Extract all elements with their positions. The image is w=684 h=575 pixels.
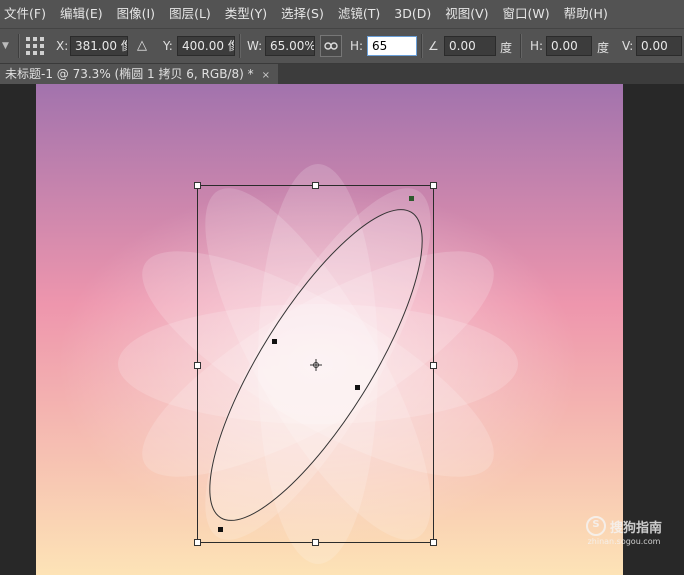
link-icon[interactable]	[320, 35, 342, 57]
handle-top-center	[312, 182, 319, 189]
height-field[interactable]: 65	[367, 36, 417, 56]
anchor-point	[272, 339, 277, 344]
watermark-text: 搜狗指南	[609, 520, 662, 536]
menu-window[interactable]: 窗口(W)	[496, 0, 557, 28]
divider	[520, 34, 522, 58]
anchor-point	[409, 196, 414, 201]
height-label: H:	[350, 39, 364, 53]
divider	[239, 34, 241, 58]
y-position-field[interactable]: 400.00 像素	[177, 36, 235, 56]
rotation-field[interactable]: 0.00	[444, 36, 496, 56]
x-position-field[interactable]: 381.00 像素	[70, 36, 128, 56]
document-canvas[interactable]	[36, 84, 623, 575]
watermark-logo-icon: S	[585, 516, 606, 536]
divider	[421, 34, 423, 58]
menu-view[interactable]: 视图(V)	[438, 0, 495, 28]
handle-bottom-right	[430, 539, 437, 546]
anchor-point	[355, 385, 360, 390]
rotation-unit: 度	[500, 41, 513, 55]
vertical-skew-field[interactable]: 0.00	[636, 36, 682, 56]
handle-middle-left	[194, 362, 201, 369]
watermark-url: zhinan.sogou.com	[587, 537, 661, 546]
menu-3d[interactable]: 3D(D)	[387, 0, 438, 28]
vertical-skew-label: V:	[622, 39, 634, 53]
handle-top-left	[194, 182, 201, 189]
menu-layer[interactable]: 图层(L)	[162, 0, 218, 28]
divider	[18, 34, 20, 58]
menu-help[interactable]: 帮助(H)	[557, 0, 615, 28]
relative-position-icon[interactable]: △	[137, 38, 147, 53]
menu-select[interactable]: 选择(S)	[274, 0, 331, 28]
menu-edit[interactable]: 编辑(E)	[53, 0, 110, 28]
handle-top-right	[430, 182, 437, 189]
document-tab[interactable]: 未标题-1 @ 73.3% (椭圆 1 拷贝 6, RGB/8) * ×	[0, 64, 278, 84]
handle-bottom-left	[194, 539, 201, 546]
horizontal-skew-unit: 度	[597, 41, 610, 55]
horizontal-skew-field[interactable]: 0.00	[546, 36, 592, 56]
x-label: X:	[56, 39, 69, 53]
reference-point-grid-icon[interactable]	[26, 37, 44, 55]
horizontal-skew-label: H:	[530, 39, 544, 53]
width-field[interactable]: 65.00%	[265, 36, 315, 56]
menu-type[interactable]: 类型(Y)	[218, 0, 274, 28]
y-label: Y:	[163, 39, 173, 53]
menu-filter[interactable]: 滤镜(T)	[331, 0, 387, 28]
options-bar: ▼ X: 381.00 像素 △ Y: 400.00 像素 W: 65.00% …	[0, 28, 684, 64]
menu-bar: 文件(F) 编辑(E) 图像(I) 图层(L) 类型(Y) 选择(S) 滤镜(T…	[0, 0, 684, 28]
menu-image[interactable]: 图像(I)	[110, 0, 162, 28]
anchor-point	[218, 527, 223, 532]
width-label: W:	[247, 39, 263, 53]
tool-preset-dropdown-icon[interactable]: ▼	[2, 41, 9, 51]
canvas-artwork	[36, 84, 623, 575]
document-tab-title: 未标题-1 @ 73.3% (椭圆 1 拷贝 6, RGB/8) *	[5, 67, 254, 81]
menu-file[interactable]: 文件(F)	[0, 0, 53, 28]
angle-icon: ∠	[428, 39, 439, 53]
watermark: S 搜狗指南 zhinan.sogou.com	[585, 516, 662, 546]
handle-bottom-center	[312, 539, 319, 546]
handle-middle-right	[430, 362, 437, 369]
close-icon[interactable]: ×	[262, 70, 270, 81]
document-tab-bar: 未标题-1 @ 73.3% (椭圆 1 拷贝 6, RGB/8) * ×	[0, 64, 684, 84]
